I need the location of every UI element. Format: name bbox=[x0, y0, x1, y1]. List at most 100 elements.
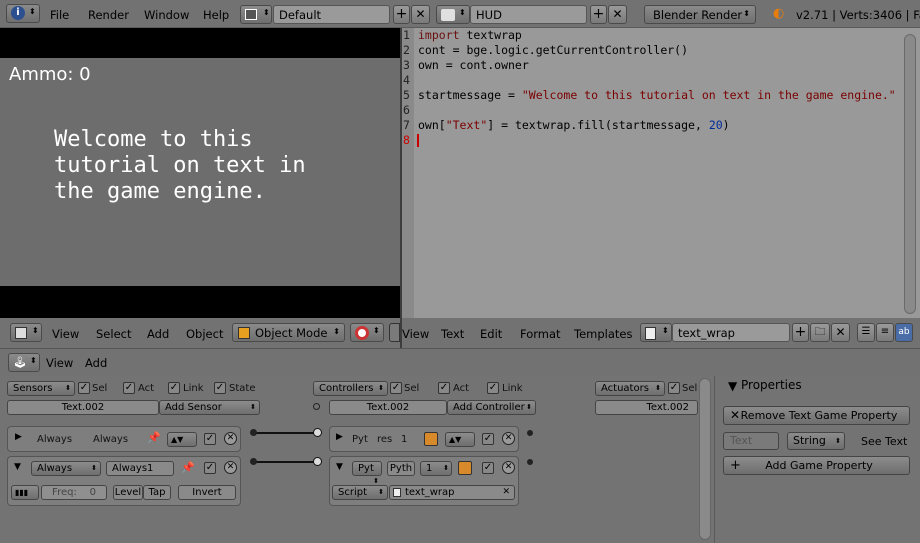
word-wrap-toggle-icon[interactable]: ≡ bbox=[876, 323, 894, 342]
delete-sensor-icon[interactable]: ✕ bbox=[224, 432, 237, 445]
mode-dropdown[interactable]: Object Mode ⬍ bbox=[232, 323, 345, 342]
sensors-filter-dropdown[interactable]: Sensors ⬍ bbox=[7, 381, 75, 396]
area-divider[interactable] bbox=[400, 28, 402, 348]
remove-property-button[interactable]: ✕ Remove Text Game Property bbox=[723, 406, 910, 425]
controller-priority-icon[interactable] bbox=[458, 461, 472, 475]
property-value[interactable]: See Text bbox=[861, 435, 907, 448]
editor-type-info-button[interactable]: i ⬍ bbox=[6, 4, 40, 23]
sensor-type-dropdown[interactable]: Always ⬍ bbox=[31, 461, 101, 476]
menu-templates[interactable]: Templates bbox=[574, 327, 632, 341]
sensor-name-field[interactable]: Always1 bbox=[106, 461, 174, 476]
screen-layout-selector[interactable]: ⬍ bbox=[240, 5, 272, 24]
open-folder-icon[interactable]: 🗀 bbox=[810, 323, 830, 342]
delete-sensor-icon[interactable]: ✕ bbox=[224, 461, 237, 474]
header-overflow-handle[interactable] bbox=[389, 323, 400, 342]
sensor-output-socket[interactable] bbox=[250, 429, 257, 436]
frequency-label: Freq: bbox=[52, 487, 77, 498]
sensors-state-checkbox[interactable]: ✓ bbox=[214, 382, 226, 394]
delete-controller-icon[interactable]: ✕ bbox=[502, 461, 515, 474]
scene-selector[interactable]: ⬍ bbox=[436, 5, 470, 24]
controller-output-socket[interactable] bbox=[527, 430, 533, 436]
property-type-dropdown[interactable]: String ⬍ bbox=[787, 432, 845, 450]
menu-add[interactable]: Add bbox=[147, 327, 169, 341]
menu-window[interactable]: Window bbox=[144, 8, 189, 22]
controller-active-checkbox[interactable]: ✓ bbox=[482, 462, 494, 474]
unlink-text-icon[interactable]: ✕ bbox=[831, 323, 850, 342]
property-name-field[interactable]: Text bbox=[723, 432, 779, 450]
move-updown-buttons[interactable]: ▲▼ bbox=[167, 432, 197, 447]
sensor-active-checkbox[interactable]: ✓ bbox=[204, 433, 216, 445]
add-scene-icon[interactable]: + bbox=[590, 5, 607, 24]
menu-add[interactable]: Add bbox=[85, 356, 107, 370]
clear-script-icon[interactable]: ✕ bbox=[502, 486, 510, 499]
menu-help[interactable]: Help bbox=[203, 8, 229, 22]
menu-text[interactable]: Text bbox=[441, 327, 464, 341]
expand-arrow-icon[interactable]: ▶ bbox=[15, 432, 22, 442]
controllers-sel-checkbox[interactable]: ✓ bbox=[390, 382, 402, 394]
editor-scrollbar[interactable] bbox=[904, 34, 916, 314]
text-block-browse[interactable]: ⬍ bbox=[640, 323, 672, 342]
render-engine-dropdown[interactable]: Blender Render ⬍ bbox=[644, 5, 756, 24]
viewport-shading-button[interactable]: ⬍ bbox=[350, 323, 384, 342]
pin-icon[interactable]: 📌 bbox=[181, 461, 195, 474]
sensor-active-checkbox[interactable]: ✓ bbox=[204, 462, 216, 474]
invert-button[interactable]: Invert bbox=[178, 485, 236, 500]
editor-type-button[interactable]: ⬍ bbox=[10, 323, 42, 342]
controllers-act-checkbox[interactable]: ✓ bbox=[438, 382, 450, 394]
tap-button[interactable]: Tap bbox=[143, 485, 171, 500]
close-layout-icon[interactable]: ✕ bbox=[411, 5, 430, 24]
scene-name[interactable]: HUD bbox=[470, 5, 587, 24]
logic-scrollbar[interactable] bbox=[699, 378, 711, 540]
controllers-filter-dropdown[interactable]: Controllers ⬍ bbox=[313, 381, 388, 396]
pin-icon[interactable]: 📌 bbox=[147, 431, 161, 444]
collapse-arrow-icon[interactable]: ▼ bbox=[14, 462, 21, 472]
controller-type-dropdown[interactable]: Pyt ⬍ bbox=[352, 461, 382, 485]
add-controller-button[interactable]: Add Controller ⬍ bbox=[447, 400, 536, 415]
menu-view[interactable]: View bbox=[52, 327, 79, 341]
sensor-output-socket[interactable] bbox=[250, 458, 257, 465]
move-updown-buttons[interactable]: ▲▼ bbox=[445, 432, 475, 447]
level-button[interactable]: Level bbox=[113, 485, 143, 500]
menu-select[interactable]: Select bbox=[96, 327, 131, 341]
screen-layout-name[interactable]: Default bbox=[273, 5, 390, 24]
menu-view[interactable]: View bbox=[402, 327, 429, 341]
syntax-highlight-toggle-icon[interactable]: ab bbox=[895, 323, 913, 342]
editor-type-button[interactable]: 🕹 ⬍ bbox=[8, 353, 40, 372]
sensors-sel-checkbox[interactable]: ✓ bbox=[78, 382, 90, 394]
menu-view[interactable]: View bbox=[46, 356, 73, 370]
controller-active-checkbox[interactable]: ✓ bbox=[482, 433, 494, 445]
menu-file[interactable]: File bbox=[50, 8, 69, 22]
new-text-icon[interactable]: + bbox=[792, 323, 809, 342]
pulse-mode-buttons[interactable]: ▮▮▮ bbox=[11, 485, 39, 500]
script-field[interactable]: text_wrap ✕ bbox=[389, 485, 515, 500]
controller-state-dropdown[interactable]: 1 ⬍ bbox=[420, 461, 452, 476]
add-layout-icon[interactable]: + bbox=[393, 5, 410, 24]
menu-edit[interactable]: Edit bbox=[480, 327, 502, 341]
text-block-name[interactable]: text_wrap bbox=[672, 323, 790, 342]
menu-render[interactable]: Render bbox=[88, 8, 129, 22]
collapse-arrow-icon[interactable]: ▼ bbox=[336, 462, 343, 472]
line-numbers-toggle-icon[interactable]: ☰ bbox=[857, 323, 875, 342]
expand-arrow-icon[interactable]: ▶ bbox=[336, 432, 343, 442]
close-scene-icon[interactable]: ✕ bbox=[608, 5, 627, 24]
controller-mode-dropdown[interactable]: Script ⬍ bbox=[332, 485, 388, 500]
frequency-field[interactable]: Freq: 0 bbox=[41, 485, 107, 500]
sensors-act-checkbox[interactable]: ✓ bbox=[123, 382, 135, 394]
controller-input-socket[interactable] bbox=[313, 428, 322, 437]
actuators-filter-dropdown[interactable]: Actuators ⬍ bbox=[595, 381, 665, 396]
properties-collapse-icon[interactable]: ▼ bbox=[728, 379, 737, 393]
controller-name-field[interactable]: Pyth bbox=[387, 461, 415, 476]
delete-controller-icon[interactable]: ✕ bbox=[502, 432, 515, 445]
actuators-sel-checkbox[interactable]: ✓ bbox=[668, 382, 680, 394]
menu-object[interactable]: Object bbox=[186, 327, 223, 341]
controllers-link-checkbox[interactable]: ✓ bbox=[487, 382, 499, 394]
add-sensor-button[interactable]: Add Sensor ⬍ bbox=[159, 400, 260, 415]
logic-header: 🕹 ⬍ View Add bbox=[0, 348, 920, 376]
add-property-button[interactable]: + Add Game Property bbox=[723, 456, 910, 475]
menu-format[interactable]: Format bbox=[520, 327, 561, 341]
controller-priority-icon[interactable] bbox=[424, 432, 438, 446]
controller-link-socket[interactable] bbox=[313, 403, 320, 410]
sensors-link-checkbox[interactable]: ✓ bbox=[168, 382, 180, 394]
controller-output-socket[interactable] bbox=[527, 459, 533, 465]
controller-input-socket[interactable] bbox=[313, 457, 322, 466]
